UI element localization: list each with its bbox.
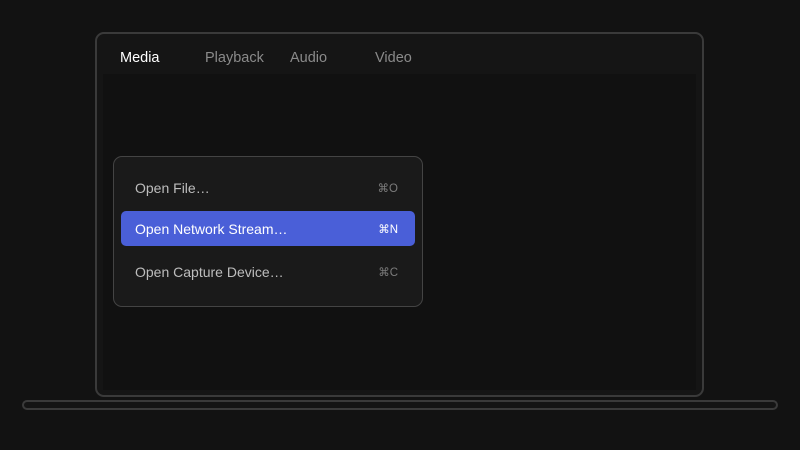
menu-item-label: Open File…	[135, 180, 210, 196]
media-dropdown-menu: Open File… ⌘O Open Network Stream… ⌘N Op…	[113, 156, 423, 307]
menu-item-label: Open Network Stream…	[135, 221, 288, 237]
menu-media[interactable]: Media	[120, 50, 160, 66]
menu-item-open-network-stream[interactable]: Open Network Stream… ⌘N	[121, 211, 415, 246]
menu-item-open-capture-device[interactable]: Open Capture Device… ⌘C	[121, 254, 415, 289]
menu-item-open-file[interactable]: Open File… ⌘O	[121, 170, 415, 205]
menu-audio[interactable]: Audio	[290, 50, 327, 66]
menu-video[interactable]: Video	[375, 50, 412, 66]
stage: Media Playback Audio Video Open File… ⌘O…	[0, 0, 800, 450]
menubar: Media Playback Audio Video	[97, 34, 702, 74]
laptop-base	[22, 400, 778, 410]
menu-item-shortcut: ⌘N	[378, 224, 398, 236]
menu-item-shortcut: ⌘C	[378, 267, 398, 279]
menu-playback[interactable]: Playback	[205, 50, 264, 66]
menu-item-shortcut: ⌘O	[377, 183, 398, 195]
menu-item-label: Open Capture Device…	[135, 264, 284, 280]
